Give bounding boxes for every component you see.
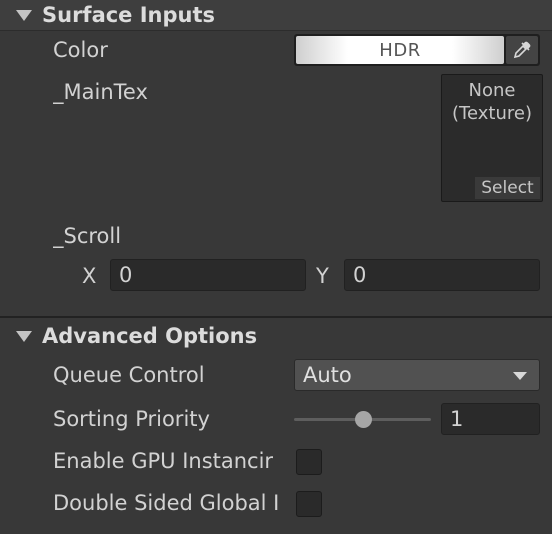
section-divider bbox=[0, 316, 552, 318]
double-sided-gi-label: Double Sided Global I bbox=[53, 491, 280, 515]
texture-slot[interactable]: None (Texture) Select bbox=[441, 74, 543, 202]
slider-thumb[interactable] bbox=[354, 411, 372, 428]
queue-control-label: Queue Control bbox=[53, 363, 205, 387]
scroll-y-label: Y bbox=[316, 264, 329, 288]
texture-value-line2: (Texture) bbox=[452, 103, 532, 124]
eyedropper-button[interactable] bbox=[506, 36, 538, 64]
color-swatch[interactable]: HDR bbox=[296, 36, 504, 64]
eyedropper-icon bbox=[513, 41, 531, 59]
color-label: Color bbox=[53, 38, 108, 62]
color-field[interactable]: HDR bbox=[294, 34, 540, 66]
gpu-instancing-checkbox[interactable] bbox=[296, 449, 322, 475]
sorting-priority-slider[interactable] bbox=[294, 411, 431, 428]
section-title: Advanced Options bbox=[42, 324, 258, 348]
queue-control-dropdown[interactable]: Auto bbox=[294, 359, 540, 391]
double-sided-gi-checkbox[interactable] bbox=[296, 491, 322, 517]
texture-select-button[interactable]: Select bbox=[475, 177, 540, 199]
scroll-label: _Scroll bbox=[53, 224, 122, 248]
advanced-options-header[interactable]: Advanced Options bbox=[0, 321, 552, 351]
hdr-label: HDR bbox=[379, 39, 421, 61]
section-title: Surface Inputs bbox=[42, 3, 216, 27]
texture-value: None (Texture) bbox=[442, 79, 542, 125]
surface-inputs-header[interactable]: Surface Inputs bbox=[0, 0, 552, 31]
queue-control-value: Auto bbox=[303, 363, 352, 387]
texture-value-line1: None bbox=[468, 80, 516, 101]
foldout-expanded-icon[interactable] bbox=[16, 330, 32, 342]
scroll-y-input[interactable]: 0 bbox=[344, 259, 540, 291]
maintex-label: _MainTex bbox=[53, 80, 148, 104]
scroll-x-label: X bbox=[82, 264, 97, 288]
sorting-priority-label: Sorting Priority bbox=[53, 407, 210, 431]
sorting-priority-input[interactable]: 1 bbox=[441, 403, 540, 435]
gpu-instancing-label: Enable GPU Instancir bbox=[53, 449, 274, 473]
foldout-expanded-icon[interactable] bbox=[16, 9, 32, 21]
scroll-x-input[interactable]: 0 bbox=[110, 259, 306, 291]
chevron-down-icon bbox=[513, 372, 527, 380]
